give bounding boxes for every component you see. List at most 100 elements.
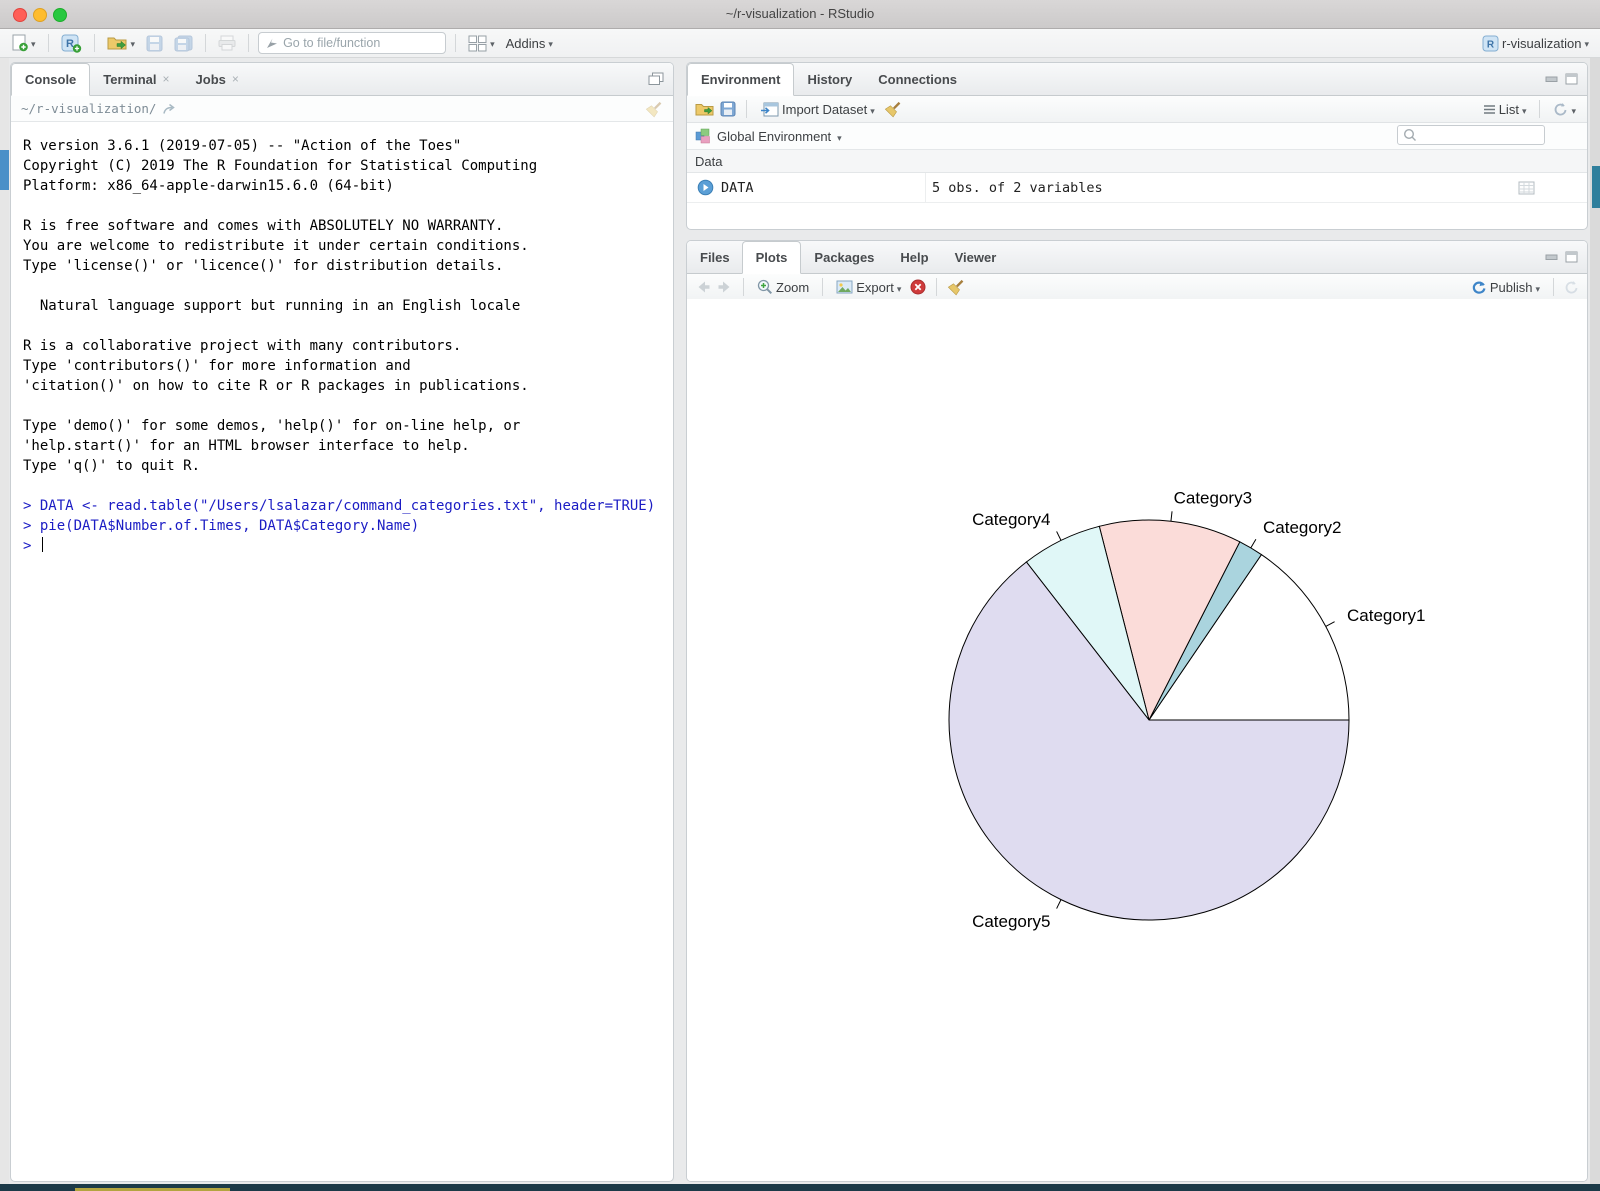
clear-all-plots-icon[interactable]	[947, 278, 965, 296]
tab-help[interactable]: Help	[887, 241, 941, 273]
tab-files[interactable]: Files	[687, 241, 743, 273]
environment-view-mode-button[interactable]: List	[1480, 100, 1530, 119]
import-dataset-caret-icon	[870, 102, 875, 117]
console-line: Type 'license()' or 'licence()' for dist…	[23, 256, 673, 276]
maximize-pane-icon[interactable]	[1565, 73, 1578, 85]
tab-terminal[interactable]: Terminal ×	[90, 63, 182, 95]
tab-jobs[interactable]: Jobs ×	[183, 63, 252, 95]
toolbar-separator	[822, 278, 823, 296]
pane-layout-button[interactable]	[465, 32, 498, 54]
pie-label: Category3	[1174, 488, 1252, 507]
toolbar-separator	[94, 34, 95, 52]
tab-environment-label: Environment	[701, 72, 780, 87]
next-plot-icon[interactable]	[717, 280, 733, 294]
console-prompt: >	[23, 536, 673, 556]
goto-working-dir-icon[interactable]	[162, 103, 176, 115]
save-workspace-icon[interactable]	[720, 101, 736, 117]
console-working-dir-bar: ~/r-visualization/	[11, 96, 673, 122]
previous-plot-icon[interactable]	[695, 280, 711, 294]
export-plot-button[interactable]: Export	[833, 278, 904, 297]
console-line: Type 'q()' to quit R.	[23, 456, 673, 476]
tab-plots[interactable]: Plots	[742, 241, 802, 274]
tab-packages[interactable]: Packages	[801, 241, 887, 273]
background-window-strip-left	[0, 58, 9, 1185]
console-line	[23, 196, 673, 216]
tab-environment[interactable]: Environment	[687, 63, 794, 96]
print-icon	[218, 35, 236, 51]
background-bar-bottom	[0, 1184, 1600, 1191]
tab-connections[interactable]: Connections	[865, 63, 970, 95]
minimize-pane-icon[interactable]	[1545, 74, 1558, 84]
pie-chart: Category1Category2Category3Category4Cate…	[687, 299, 1587, 1182]
toolbar-separator	[936, 278, 937, 296]
console-tabstrip: Console Terminal × Jobs ×	[11, 63, 673, 96]
project-caret-icon	[1584, 34, 1589, 52]
console-line: You are welcome to redistribute it under…	[23, 236, 673, 256]
open-file-button[interactable]	[104, 32, 139, 54]
console-line: Type 'demo()' for some demos, 'help()' f…	[23, 416, 673, 436]
refresh-environment-button[interactable]	[1550, 100, 1579, 119]
tab-viewer[interactable]: Viewer	[942, 241, 1010, 273]
goto-file-wrapper	[258, 32, 446, 54]
export-caret-icon	[897, 280, 902, 295]
console-output[interactable]: R version 3.6.1 (2019-07-05) -- "Action …	[11, 122, 673, 556]
global-environment-caret-icon	[837, 129, 842, 144]
zoom-magnifier-icon	[757, 279, 773, 295]
new-project-button[interactable]: R	[58, 31, 85, 55]
background-window-strip-right	[1590, 58, 1600, 1185]
global-environment-label[interactable]: Global Environment	[717, 129, 831, 144]
minimize-pane-icon[interactable]	[1545, 252, 1558, 262]
tab-jobs-label: Jobs	[196, 72, 226, 87]
remove-plot-icon[interactable]	[910, 279, 926, 295]
pane-layout-caret-icon	[490, 34, 495, 52]
popout-pane-icon[interactable]	[648, 72, 664, 86]
console-line: Platform: x86_64-apple-darwin15.6.0 (64-…	[23, 176, 673, 196]
print-button[interactable]	[215, 33, 239, 53]
console-line: 'help.start()' for an HTML browser inter…	[23, 436, 673, 456]
import-dataset-button[interactable]: Import Dataset	[757, 100, 878, 119]
addins-button[interactable]: Addins	[503, 32, 556, 54]
new-file-button[interactable]	[8, 32, 39, 54]
tab-plots-label: Plots	[756, 250, 788, 265]
clear-console-icon[interactable]	[645, 100, 663, 118]
open-folder-icon	[107, 35, 128, 51]
console-line: R is a collaborative project with many c…	[23, 336, 673, 356]
console-line: R is free software and comes with ABSOLU…	[23, 216, 673, 236]
project-menu-button[interactable]: R r-visualization	[1479, 32, 1592, 54]
tab-jobs-close-icon[interactable]: ×	[232, 72, 239, 86]
tab-terminal-close-icon[interactable]: ×	[163, 72, 170, 86]
tab-connections-label: Connections	[878, 72, 957, 87]
export-image-icon	[836, 280, 853, 294]
save-button[interactable]	[143, 33, 166, 54]
background-accent-right	[1592, 166, 1600, 208]
expand-object-icon[interactable]	[697, 179, 714, 196]
refresh-icon	[1553, 102, 1568, 117]
goto-file-input[interactable]	[258, 32, 446, 54]
toolbar-separator	[248, 34, 249, 52]
toolbar-separator	[1539, 100, 1540, 118]
publish-plot-button[interactable]: Publish	[1467, 278, 1543, 297]
save-all-button[interactable]	[171, 33, 196, 54]
pie-label-tick	[1057, 900, 1061, 909]
tab-console[interactable]: Console	[11, 63, 90, 96]
maximize-pane-icon[interactable]	[1565, 251, 1578, 263]
environment-object-row[interactable]: DATA 5 obs. of 2 variables	[687, 173, 1587, 203]
publish-label: Publish	[1490, 280, 1533, 295]
console-line	[23, 316, 673, 336]
tab-history[interactable]: History	[794, 63, 865, 95]
publish-icon	[1470, 280, 1487, 295]
load-workspace-icon[interactable]	[695, 102, 714, 117]
environment-search-box[interactable]	[1397, 125, 1545, 145]
clear-environment-icon[interactable]	[884, 100, 902, 118]
zoom-plot-button[interactable]: Zoom	[754, 277, 812, 297]
console-pane: Console Terminal × Jobs × ~/r-visualizat…	[10, 62, 674, 1182]
new-file-caret-icon	[31, 34, 36, 52]
toolbar-separator	[1553, 278, 1554, 296]
console-line	[23, 396, 673, 416]
search-icon	[1403, 128, 1417, 142]
pie-label: Category4	[972, 510, 1050, 529]
refresh-plot-icon[interactable]	[1564, 280, 1579, 295]
pie-label: Category2	[1263, 518, 1341, 537]
view-data-icon[interactable]	[1518, 181, 1535, 195]
console-line	[23, 476, 673, 496]
